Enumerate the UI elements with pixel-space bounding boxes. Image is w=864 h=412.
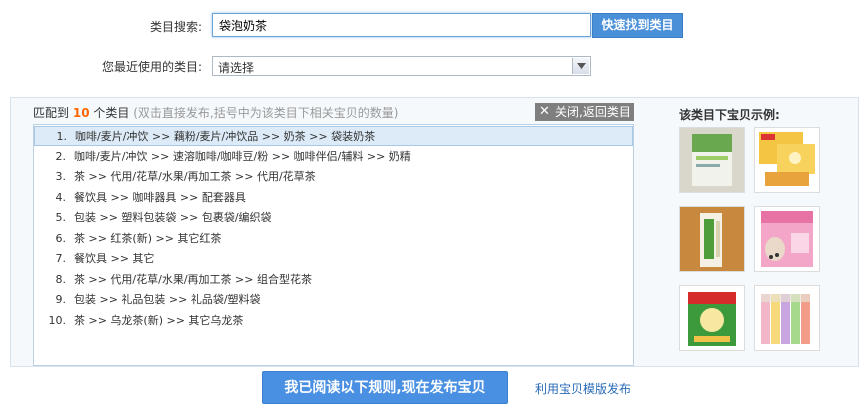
quick-find-category-button[interactable]: 快速找到类目 <box>592 13 683 38</box>
close-return-button[interactable]: ✕ 关闭,返回类目 <box>535 103 634 121</box>
results-header: 匹配到 10 个类目 (双击直接发布,括号中为该类目下相关宝贝的数量) <box>33 104 398 121</box>
category-row[interactable]: 10. 茶 >> 乌龙茶(新) >> 其它乌龙茶 <box>34 311 633 331</box>
thumb-pink-milktea-box[interactable] <box>754 206 820 272</box>
recent-categories-select[interactable]: 请选择 <box>212 56 591 76</box>
results-prefix: 匹配到 <box>33 106 70 120</box>
category-row[interactable]: 8. 茶 >> 代用/花草/水果/再加工茶 >> 组合型花茶 <box>34 270 633 290</box>
thumb-green-pouch[interactable] <box>679 127 745 193</box>
thumb-colorful-sticks[interactable] <box>754 285 820 351</box>
category-search-input[interactable] <box>212 13 591 37</box>
close-return-label: 关闭,返回类目 <box>555 105 631 119</box>
examples-title: 该类目下宝贝示例: <box>679 108 780 122</box>
category-row[interactable]: 6. 茶 >> 红茶(新) >> 其它红茶 <box>34 229 633 249</box>
results-suffix: 个类目 <box>93 106 130 120</box>
dropdown-arrow-icon[interactable] <box>572 58 589 74</box>
thumb-green-red-bag[interactable] <box>679 285 745 351</box>
category-row[interactable]: 9. 包装 >> 礼品包装 >> 礼品袋/塑料袋 <box>34 290 633 310</box>
template-publish-link[interactable]: 利用宝贝模版发布 <box>535 380 631 397</box>
category-row[interactable]: 7. 餐饮具 >> 其它 <box>34 249 633 269</box>
close-icon: ✕ <box>539 104 550 119</box>
category-row[interactable]: 4. 餐饮具 >> 咖啡器具 >> 配套器具 <box>34 188 633 208</box>
category-row[interactable]: 3. 茶 >> 代用/花草/水果/再加工茶 >> 代用/花草茶 <box>34 167 633 187</box>
category-list: 1. 咖啡/麦片/冲饮 >> 藕粉/麦片/冲饮品 >> 奶茶 >> 袋装奶茶 2… <box>33 124 634 366</box>
publish-item-button[interactable]: 我已阅读以下规则,现在发布宝贝 <box>262 371 508 404</box>
thumb-yellow-box[interactable] <box>754 127 820 193</box>
results-count: 10 <box>72 106 90 120</box>
thumb-stick-pack[interactable] <box>679 206 745 272</box>
category-row[interactable]: 2. 咖啡/麦片/冲饮 >> 速溶咖啡/咖啡豆/粉 >> 咖啡伴侣/辅料 >> … <box>34 147 633 167</box>
category-row[interactable]: 1. 咖啡/麦片/冲饮 >> 藕粉/麦片/冲饮品 >> 奶茶 >> 袋装奶茶 <box>34 126 633 146</box>
recent-select-value: 请选择 <box>218 61 255 75</box>
recent-categories-label: 您最近使用的类目: <box>101 60 202 74</box>
search-label: 类目搜索: <box>149 20 202 34</box>
category-row[interactable]: 5. 包装 >> 塑料包装袋 >> 包裹袋/编织袋 <box>34 208 633 228</box>
results-hint: (双击直接发布,括号中为该类目下相关宝贝的数量) <box>133 106 399 120</box>
